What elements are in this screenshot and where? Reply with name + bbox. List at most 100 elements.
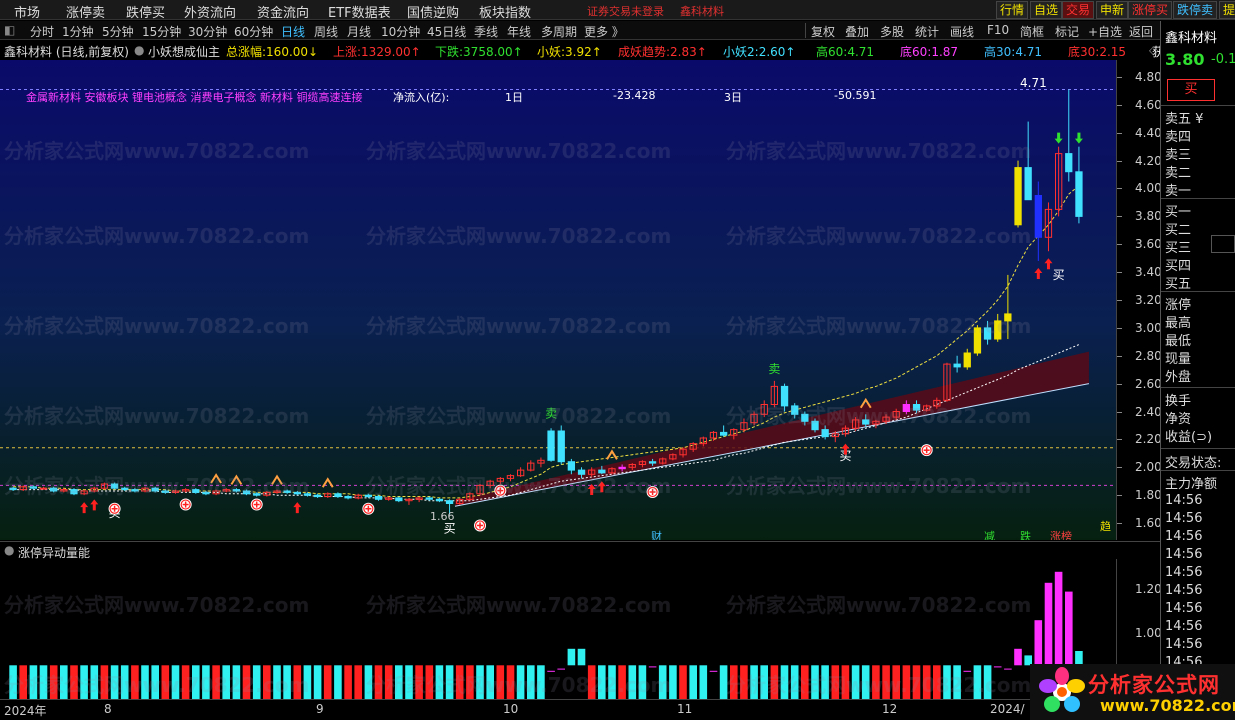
stat-outer: 外盘 (1165, 370, 1192, 385)
volume-bar (252, 665, 261, 699)
candle-body (9, 487, 17, 491)
volume-bar (841, 665, 850, 699)
btn-trade[interactable]: 交易 (1062, 1, 1095, 19)
tick-time: 14:56 (1165, 493, 1203, 508)
volume-bar (120, 665, 129, 699)
tool-adjust[interactable]: 复权 (811, 23, 835, 40)
menu-sector-index[interactable]: 板块指数 (479, 2, 531, 21)
candle-body (1024, 167, 1032, 201)
period-monthly[interactable]: 月线 (347, 23, 371, 40)
bid-1: 买一 (1165, 205, 1192, 220)
candle-body (121, 487, 129, 491)
panel-toggle-icon[interactable]: ◧ (4, 23, 15, 37)
volume-chart[interactable]: 分析家公式网www.70822.com 分析家公式网www.70822.com 分析… (0, 559, 1116, 699)
volume-bar (455, 665, 464, 699)
ask-1: 卖一 (1165, 184, 1192, 199)
price-chart[interactable]: 卖卖买买买买 分析家公式网www.70822.com分析家公式网www.7082… (0, 60, 1116, 540)
volume-bar (70, 665, 78, 699)
indicator-value: 4.71 (847, 45, 875, 59)
volume-bar (719, 665, 728, 699)
period-15min[interactable]: 15分钟 (142, 23, 181, 40)
indicator-bar: 鑫科材料 (日线,前复权) ● 小妖想成仙主 总涨幅:160.00↓ 上涨:132… (0, 41, 1235, 60)
tool-mark[interactable]: 标记 (1055, 23, 1079, 40)
volume-bar (232, 665, 241, 699)
candle-body (811, 420, 819, 431)
candle-body (973, 327, 982, 354)
stat-volume: 现量 (1165, 352, 1192, 367)
menu-etf-table[interactable]: ETF数据表 (328, 2, 391, 21)
menu-limit-up-sell[interactable]: 涨停卖 (66, 2, 105, 21)
price-change: -0.1 (1211, 52, 1235, 67)
event-limit-list: 涨榜 (1050, 530, 1072, 540)
period-quarterly[interactable]: 季线 (474, 23, 498, 40)
period-1min[interactable]: 1分钟 (62, 23, 94, 40)
candle-body (151, 487, 159, 492)
btn-ipo[interactable]: 申新 (1096, 1, 1129, 19)
menu-foreign-flow[interactable]: 外资流向 (184, 2, 236, 21)
volume-bar (811, 665, 819, 699)
date-tick: 10 (503, 702, 519, 716)
current-price: 3.80 (1165, 50, 1205, 69)
tool-multi-stock[interactable]: 多股 (880, 23, 904, 40)
tool-f10[interactable]: F10 (987, 23, 1009, 37)
candle-body (110, 483, 119, 489)
tool-stats[interactable]: 统计 (915, 23, 939, 40)
period-daily[interactable]: 日线 (281, 23, 305, 40)
btn-limit-down-sell[interactable]: 跌停卖 (1173, 1, 1218, 19)
period-60min[interactable]: 60分钟 (234, 23, 273, 40)
price-tick-mark (1117, 523, 1122, 525)
candle-body (283, 490, 291, 493)
candle-body (1075, 171, 1083, 217)
menu-capital-flow[interactable]: 资金流向 (257, 2, 309, 21)
btn-quotes[interactable]: 行情 (996, 1, 1029, 19)
volume-bar (283, 665, 291, 699)
indicator-item: 上涨:1329.00↑ (333, 45, 421, 59)
period-30min[interactable]: 30分钟 (188, 23, 227, 40)
collapse-icon[interactable]: ◇ (1149, 43, 1158, 57)
event-drop: 跌 (1020, 530, 1031, 540)
tool-back[interactable]: 返回 (1129, 23, 1153, 40)
candle-body (314, 494, 322, 498)
price-tick: 3.00 (1135, 320, 1162, 335)
menu-repo[interactable]: 国债逆购 (407, 2, 459, 21)
indicator-value: 2.15 (1099, 45, 1127, 59)
period-multi[interactable]: 多周期 (541, 23, 577, 40)
volume-bar (679, 665, 687, 699)
volume-bar (567, 648, 576, 666)
sub-chart-header: ● 涨停异动量能 (0, 541, 1160, 560)
formula-name[interactable]: 小妖想成仙主 (148, 43, 220, 60)
btn-more[interactable]: 提 (1219, 1, 1235, 19)
btn-limit-up-buy[interactable]: 涨停买 (1128, 1, 1173, 19)
tool-add-watchlist[interactable]: +自选 (1088, 23, 1122, 40)
period-intraday[interactable]: 分时 (30, 23, 54, 40)
price-tick-mark (1117, 467, 1122, 469)
tool-overlay[interactable]: 叠加 (845, 23, 869, 40)
volume-bar (537, 665, 545, 699)
volume-bar (983, 665, 992, 699)
period-45day[interactable]: 45日线 (427, 23, 466, 40)
period-10min[interactable]: 10分钟 (381, 23, 420, 40)
volume-bar (669, 665, 677, 699)
period-5min[interactable]: 5分钟 (102, 23, 134, 40)
tool-draw[interactable]: 画线 (950, 23, 974, 40)
order-box[interactable] (1211, 235, 1235, 253)
tool-frame[interactable]: 简框 (1020, 23, 1044, 40)
buy-button[interactable]: 买 (1167, 79, 1215, 101)
price-tick: 2.80 (1135, 348, 1162, 363)
price-tick-mark (1117, 439, 1122, 441)
period-yearly[interactable]: 年线 (507, 23, 531, 40)
period-toolbar: ◧ 分时 1分钟 5分钟 15分钟 30分钟 60分钟 日线 周线 月线 10分… (0, 21, 1160, 40)
volume-bar (496, 665, 505, 699)
candle-body (1065, 153, 1073, 173)
volume-bar (750, 665, 758, 699)
btn-watchlist[interactable]: 自选 (1030, 1, 1063, 19)
menu-limit-down-buy[interactable]: 跌停买 (126, 2, 165, 21)
candle-body (963, 352, 971, 368)
sub-dot-icon[interactable]: ● (4, 543, 14, 557)
formula-dot-icon[interactable]: ● (134, 43, 144, 57)
period-weekly[interactable]: 周线 (314, 23, 338, 40)
menu-market[interactable]: 市场 (14, 2, 40, 21)
period-more[interactable]: 更多 》 (584, 23, 624, 40)
candle-body (994, 320, 1002, 340)
indicator-value: 2.83↑ (670, 45, 707, 59)
